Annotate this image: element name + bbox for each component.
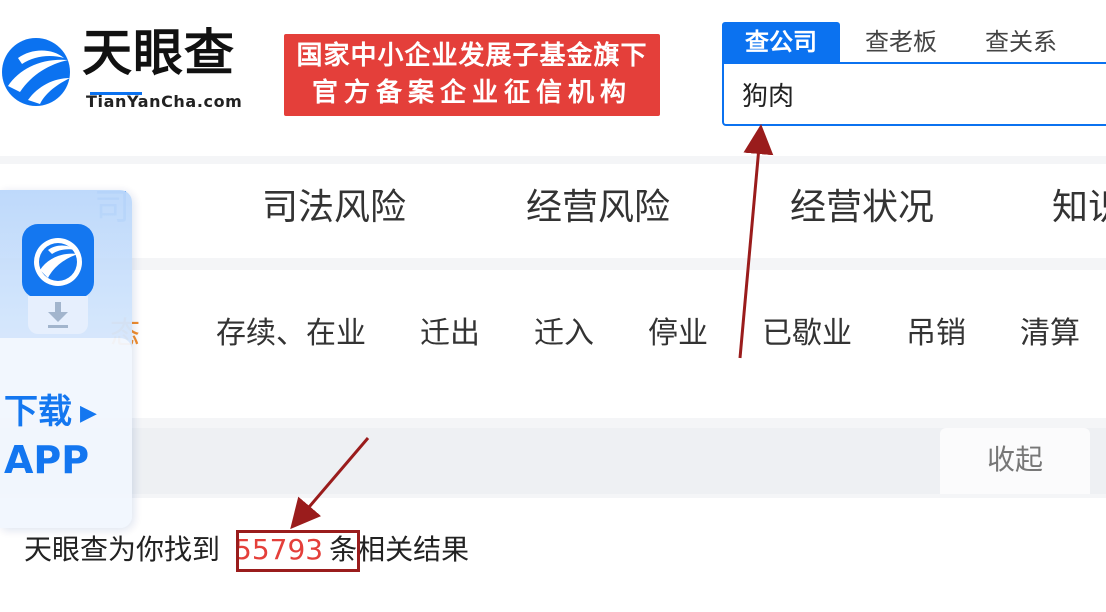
banner-line-1: 国家中小企业发展子基金旗下 — [296, 41, 648, 71]
tab-intellectual-property[interactable]: 知识 — [1052, 186, 1106, 230]
download-icon — [28, 296, 88, 334]
tab-operating-risk[interactable]: 经营风险 — [526, 186, 670, 230]
banner-line-2: 官方备案企业征信机构 — [311, 78, 632, 108]
logo-wordmark[interactable]: 天眼查 — [82, 28, 235, 78]
tianyancha-logo-icon[interactable] — [0, 28, 74, 112]
tab-relation[interactable]: 查关系 — [962, 22, 1080, 62]
active-tab-underline — [90, 92, 142, 95]
tab-boss[interactable]: 查老板 — [842, 22, 960, 62]
tab-judicial-risk[interactable]: 司法风险 — [262, 186, 406, 230]
status-option-closed[interactable]: 已歇业 — [762, 314, 852, 354]
status-option-moved-in[interactable]: 迁入 — [534, 314, 594, 354]
category-nav: 司 司法风险 经营风险 经营状况 知识 — [0, 164, 1106, 258]
download-label: 下载 ▶ — [4, 392, 97, 432]
status-filter: 态 存续、在业 迁出 迁入 停业 已歇业 吊销 清算 — [0, 270, 1106, 418]
play-arrow-icon: ▶ — [80, 400, 97, 426]
collapse-bar: 收起 — [0, 428, 1106, 494]
tab-operating-status[interactable]: 经营状况 — [790, 186, 934, 230]
collapse-tab: 收起 — [940, 428, 1090, 494]
download-app-widget[interactable]: 下载 ▶ APP — [0, 190, 132, 528]
status-option-liquidation[interactable]: 清算 — [1020, 314, 1080, 354]
tab-company[interactable]: 查公司 — [722, 22, 840, 62]
collapse-button[interactable]: 收起 — [940, 428, 1090, 492]
status-option-moved-out[interactable]: 迁出 — [420, 314, 480, 354]
status-option-suspended[interactable]: 停业 — [648, 314, 708, 354]
result-prefix: 天眼查为你找到 — [24, 533, 221, 566]
result-summary: 天眼查为你找到 55793 条相关结果 — [0, 498, 1106, 612]
app-label: APP — [4, 438, 90, 482]
certification-banner: 国家中小企业发展子基金旗下 官方备案企业征信机构 — [284, 34, 660, 116]
count-highlight-box — [236, 530, 360, 572]
status-option-revoked[interactable]: 吊销 — [906, 314, 966, 354]
app-logo-icon — [22, 224, 94, 298]
search-input[interactable] — [722, 62, 1106, 126]
status-option-active[interactable]: 存续、在业 — [216, 314, 366, 354]
site-header: 天眼查 TianYanCha.com 国家中小企业发展子基金旗下 官方备案企业征… — [0, 0, 1106, 156]
download-app-card[interactable]: 下载 ▶ APP — [0, 338, 132, 528]
